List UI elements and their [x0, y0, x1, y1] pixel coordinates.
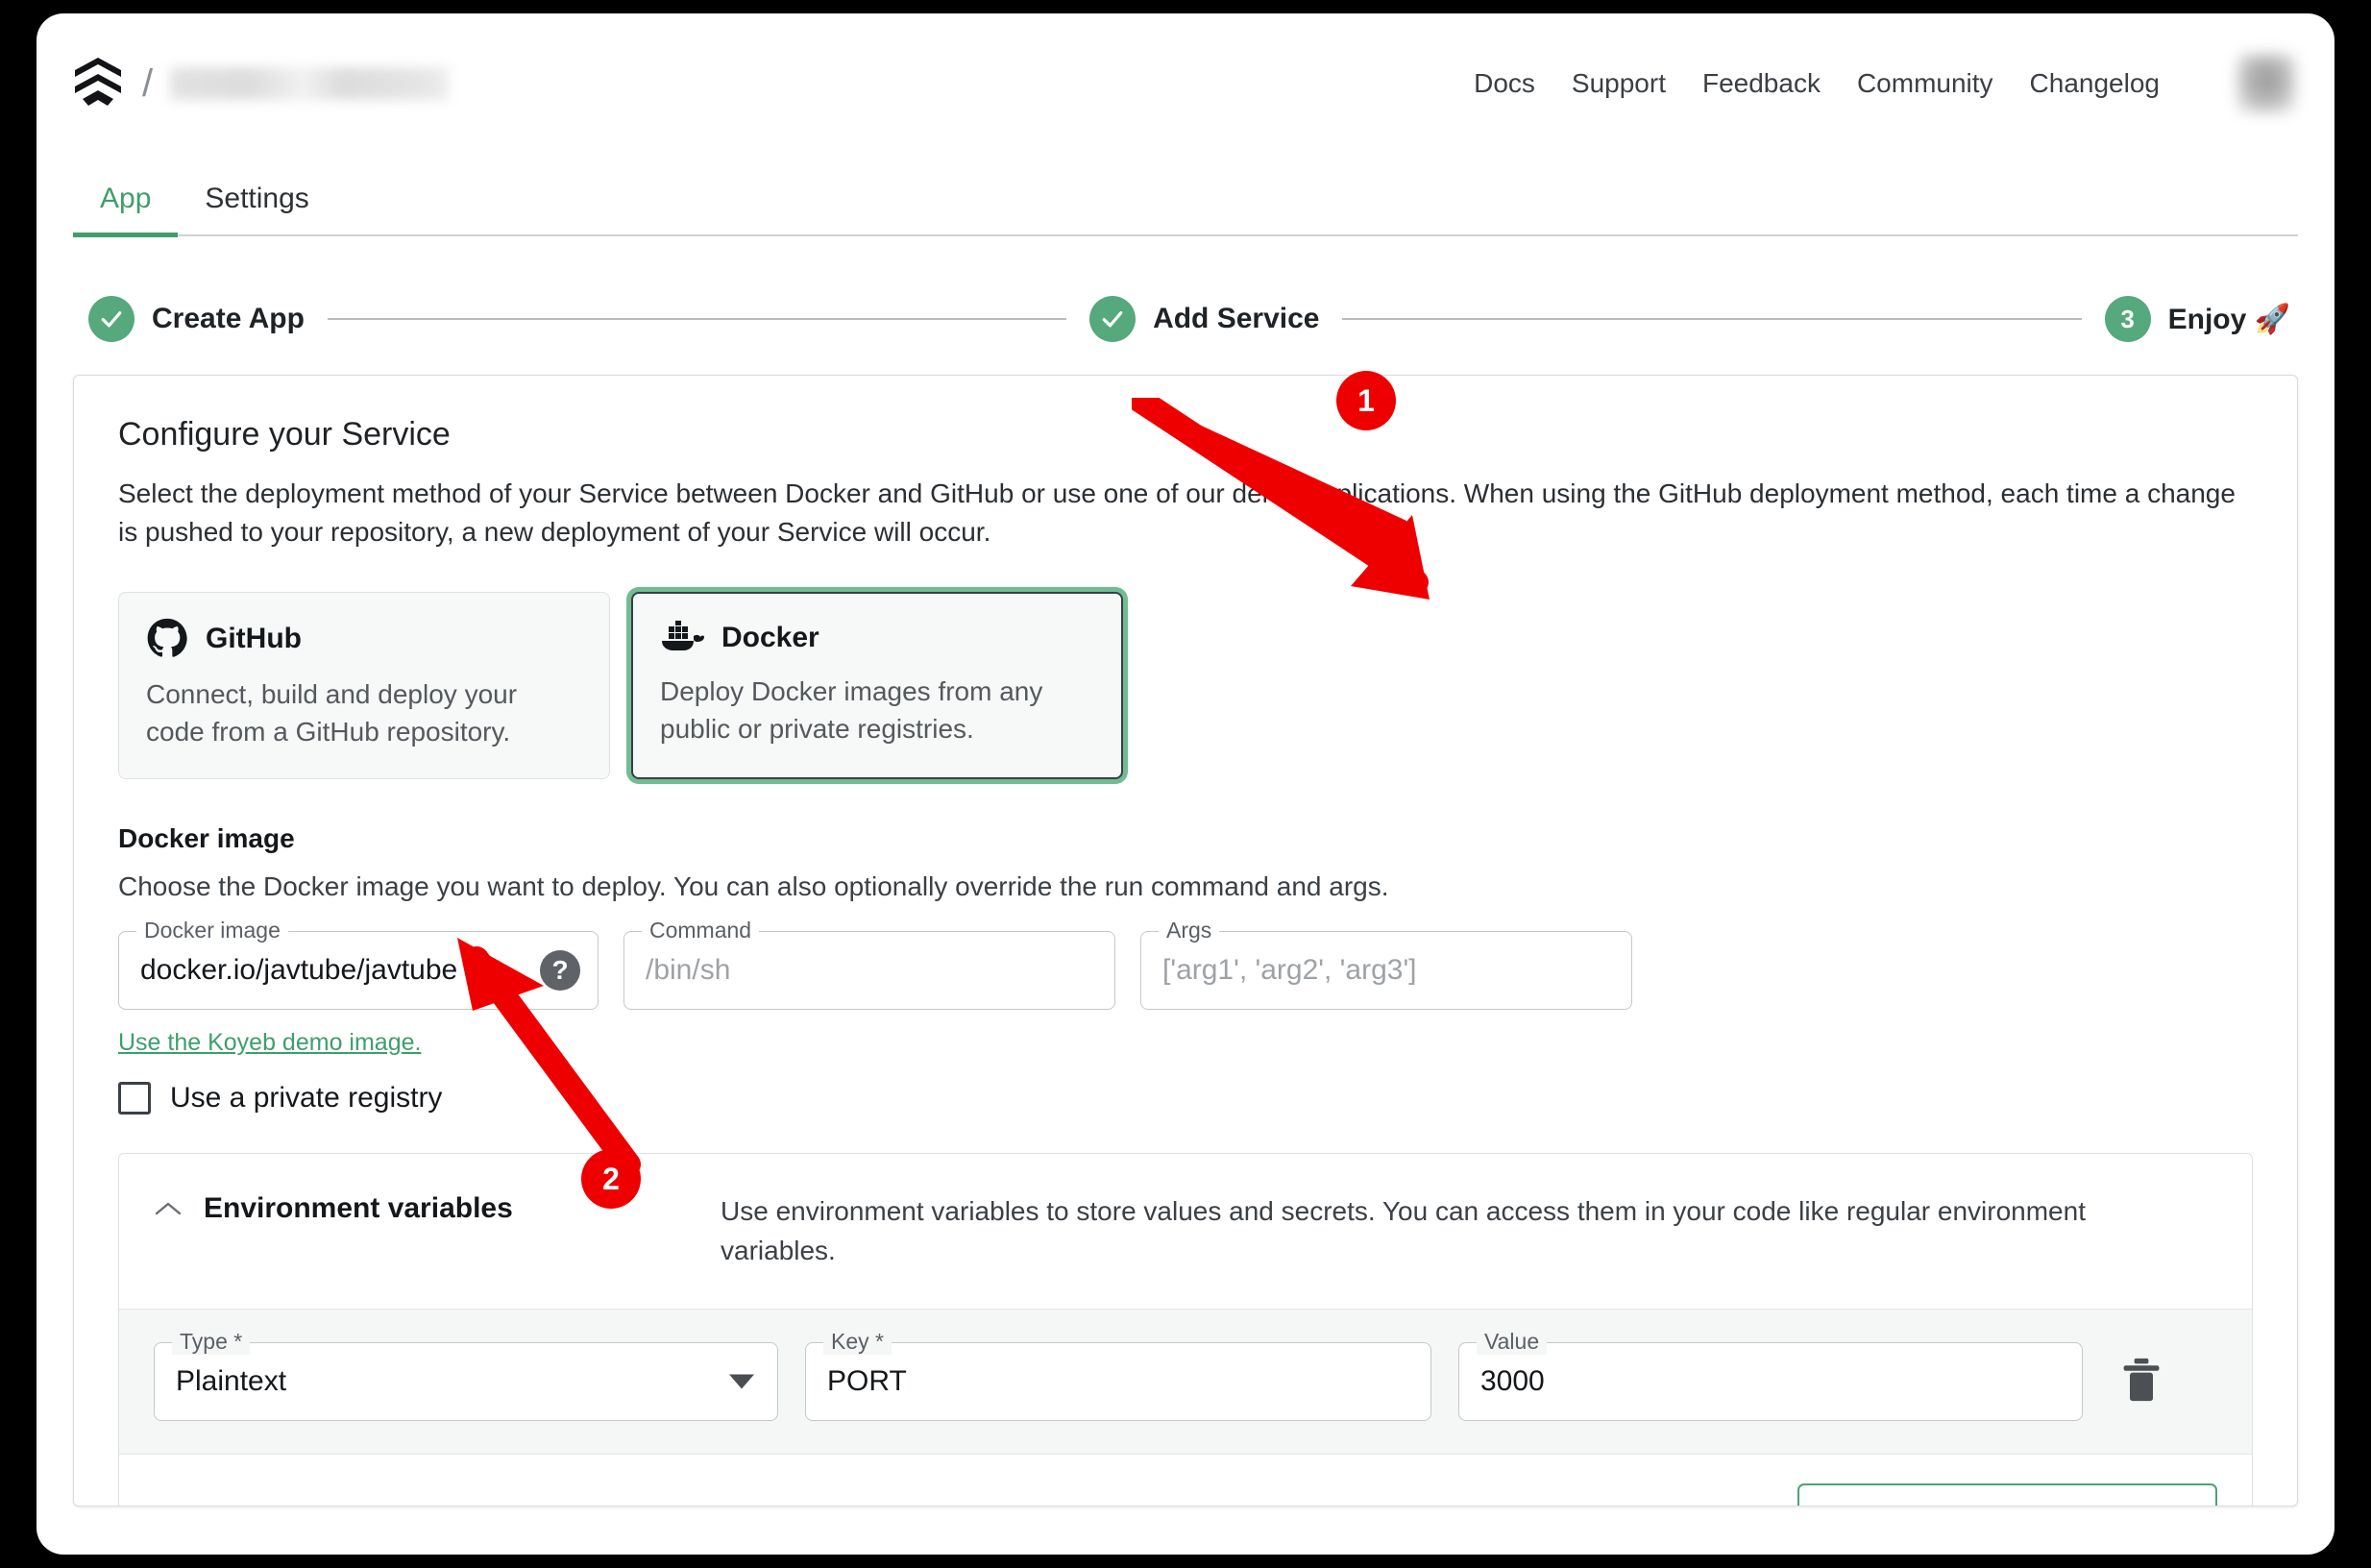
configure-service-card: Configure your Service Select the deploy… — [73, 375, 2298, 1507]
nav-link-changelog[interactable]: Changelog — [2030, 68, 2160, 99]
docker-image-value: docker.io/javtube/javtube — [140, 954, 457, 987]
environment-variables-header: Environment variables Use environment va… — [119, 1154, 2252, 1309]
docker-method-card[interactable]: Docker Deploy Docker images from any pub… — [631, 592, 1123, 780]
step-connector-2 — [1342, 318, 2081, 320]
step-2-label: Add Service — [1153, 303, 1319, 335]
docker-image-section-title: Docker image — [118, 823, 2253, 854]
env-type-value: Plaintext — [176, 1365, 286, 1398]
environment-variables-title: Environment variables — [204, 1192, 513, 1225]
env-value-input[interactable]: Value 3000 — [1458, 1342, 2083, 1421]
env-type-label: Type * — [172, 1329, 250, 1355]
env-key-label: Key * — [823, 1329, 892, 1355]
step-3-number: 3 — [2105, 296, 2151, 342]
github-card-header: GitHub — [146, 618, 582, 660]
environment-variables-footer: Add Environment Variable — [119, 1455, 2252, 1507]
step-2-status-icon — [1089, 296, 1136, 342]
breadcrumb-redacted — [170, 67, 449, 100]
step-3-label: Enjoy 🚀 — [2168, 303, 2290, 336]
breadcrumb: / — [71, 56, 449, 111]
step-create-app[interactable]: Create App — [88, 296, 305, 342]
step-enjoy[interactable]: 3 Enjoy 🚀 — [2105, 296, 2290, 342]
top-nav: Docs Support Feedback Community Changelo… — [1474, 54, 2296, 113]
docker-image-input[interactable]: Docker image docker.io/javtube/javtube ? — [118, 931, 599, 1010]
command-input[interactable]: Command /bin/sh — [623, 931, 1115, 1010]
github-card-description: Connect, build and deploy your code from… — [146, 675, 582, 752]
deployment-method-group: GitHub Connect, build and deploy your co… — [118, 592, 2253, 780]
add-environment-variable-button[interactable]: Add Environment Variable — [1797, 1483, 2217, 1507]
app-window: / Docs Support Feedback Community Change… — [37, 13, 2334, 1555]
top-bar: / Docs Support Feedback Community Change… — [37, 13, 2334, 154]
breadcrumb-separator: / — [142, 64, 153, 103]
chevron-up-icon[interactable] — [154, 1200, 183, 1217]
chevron-down-icon[interactable] — [729, 1375, 754, 1389]
question-mark-icon[interactable]: ? — [540, 950, 580, 991]
tab-settings[interactable]: Settings — [178, 183, 335, 234]
nav-link-community[interactable]: Community — [1857, 68, 1993, 99]
environment-variables-title-group[interactable]: Environment variables — [154, 1192, 721, 1225]
github-method-card[interactable]: GitHub Connect, build and deploy your co… — [118, 592, 610, 780]
environment-variables-description: Use environment variables to store value… — [721, 1192, 2162, 1270]
nav-link-support[interactable]: Support — [1572, 68, 1666, 99]
args-label: Args — [1159, 918, 1219, 943]
environment-variables-panel: Environment variables Use environment va… — [118, 1153, 2253, 1507]
env-value-value: 3000 — [1480, 1365, 1545, 1398]
private-registry-row: Use a private registry — [118, 1082, 2253, 1115]
docker-image-label: Docker image — [136, 918, 288, 943]
annotation-badge-2: 2 — [581, 1149, 641, 1209]
progress-stepper: Create App Add Service 3 Enjoy 🚀 — [37, 236, 2334, 375]
delete-env-var-button[interactable] — [2121, 1357, 2162, 1408]
page-description: Select the deployment method of your Ser… — [118, 475, 2253, 551]
args-placeholder: ['arg1', 'arg2', 'arg3'] — [1162, 954, 1417, 987]
private-registry-checkbox[interactable] — [118, 1082, 151, 1115]
command-label: Command — [642, 918, 759, 943]
docker-image-section-description: Choose the Docker image you want to depl… — [118, 871, 2253, 902]
env-value-label: Value — [1477, 1329, 1547, 1355]
step-connector-1 — [328, 318, 1066, 320]
docker-card-header: Docker — [660, 619, 1094, 657]
koyeb-logo-icon[interactable] — [71, 56, 125, 111]
private-registry-label: Use a private registry — [170, 1082, 442, 1115]
nav-link-docs[interactable]: Docs — [1474, 68, 1535, 99]
env-key-input[interactable]: Key * PORT — [805, 1342, 1431, 1421]
docker-icon — [660, 619, 704, 657]
command-placeholder: /bin/sh — [646, 954, 730, 987]
step-1-status-icon — [88, 296, 134, 342]
tab-app[interactable]: App — [73, 183, 178, 234]
github-card-title: GitHub — [206, 623, 302, 655]
docker-card-title: Docker — [721, 622, 819, 654]
docker-image-field-row: Docker image docker.io/javtube/javtube ?… — [118, 931, 2253, 1010]
trash-icon — [2121, 1357, 2162, 1403]
docker-card-description: Deploy Docker images from any public or … — [660, 673, 1094, 749]
avatar[interactable] — [2237, 54, 2296, 113]
nav-link-feedback[interactable]: Feedback — [1702, 68, 1821, 99]
github-icon — [146, 618, 188, 660]
page-title: Configure your Service — [118, 416, 2253, 453]
table-row: Type * Plaintext Key * PORT Value 3000 — [119, 1309, 2252, 1455]
step-1-label: Create App — [152, 303, 305, 335]
args-input[interactable]: Args ['arg1', 'arg2', 'arg3'] — [1140, 931, 1632, 1010]
check-icon — [97, 305, 126, 333]
tab-bar: App Settings — [73, 154, 2298, 236]
annotation-badge-1: 1 — [1336, 371, 1396, 430]
check-icon — [1098, 305, 1127, 333]
use-demo-image-link[interactable]: Use the Koyeb demo image. — [118, 1029, 421, 1057]
step-add-service[interactable]: Add Service — [1089, 296, 1319, 342]
env-type-select[interactable]: Type * Plaintext — [154, 1342, 778, 1421]
env-key-value: PORT — [827, 1365, 907, 1398]
